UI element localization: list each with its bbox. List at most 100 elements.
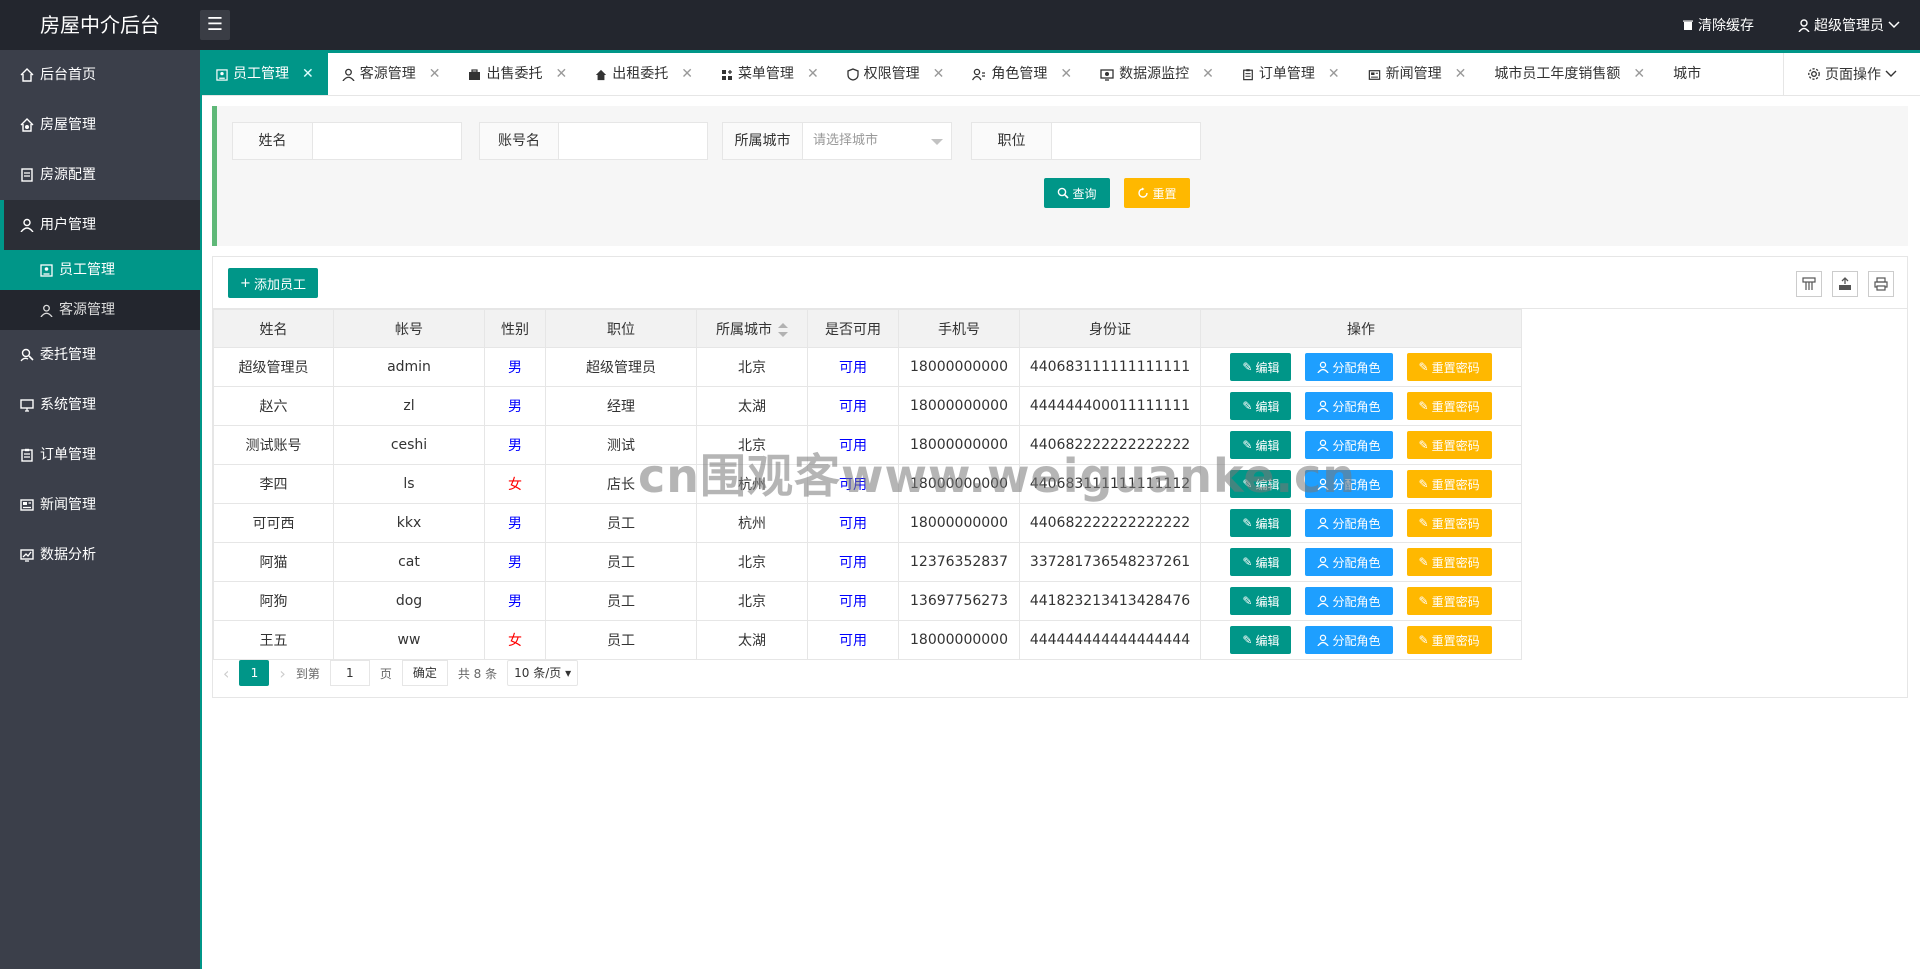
close-icon[interactable]: ✕ <box>1060 53 1072 95</box>
sidebar-item-user[interactable]: 用户管理 <box>0 200 200 250</box>
column-header[interactable]: 姓名 <box>213 309 334 348</box>
clear-cache-button[interactable]: 清除缓存 <box>1682 15 1754 35</box>
close-icon[interactable]: ✕ <box>1202 53 1214 95</box>
page-operations-button[interactable]: 页面操作 <box>1783 53 1920 95</box>
query-button-label: 查询 <box>1072 186 1097 201</box>
operations-cell: ✎ 编辑 分配角色 ✎ 重置密码 <box>1200 620 1522 660</box>
column-header[interactable]: 帐号 <box>333 309 485 348</box>
tab-role[interactable]: 角色管理 ✕ <box>958 53 1086 95</box>
reset-button[interactable]: 重置 <box>1124 178 1190 208</box>
tab-permission[interactable]: 权限管理 ✕ <box>833 53 959 95</box>
query-button[interactable]: 查询 <box>1044 178 1110 208</box>
column-header-sortable[interactable]: 所属城市 <box>696 309 808 348</box>
row-actions: ✎ 编辑 分配角色 ✎ 重置密码 <box>1202 509 1521 537</box>
position-input[interactable] <box>1052 123 1200 159</box>
close-icon[interactable]: ✕ <box>555 53 567 95</box>
edit-button[interactable]: ✎ 编辑 <box>1230 587 1292 615</box>
reset-password-button[interactable]: ✎ 重置密码 <box>1406 431 1492 459</box>
next-page-icon[interactable]: › <box>279 664 285 683</box>
tab-datasource[interactable]: 数据源监控 ✕ <box>1086 53 1228 95</box>
reset-password-button[interactable]: ✎ 重置密码 <box>1406 392 1492 420</box>
column-header[interactable]: 职位 <box>545 309 697 348</box>
page-size-select[interactable]: 10 条/页 ▾ <box>507 660 579 686</box>
column-header[interactable]: 手机号 <box>898 309 1020 348</box>
pencil-icon: ✎ <box>1242 516 1253 530</box>
caret-down-icon <box>931 139 943 145</box>
edit-button[interactable]: ✎ 编辑 <box>1230 509 1292 537</box>
status-cell: 可用 <box>807 581 899 621</box>
assign-role-button[interactable]: 分配角色 <box>1305 626 1393 654</box>
page-jump-input[interactable]: 1 <box>329 660 370 686</box>
name-cell: 阿狗 <box>213 581 334 621</box>
page-confirm-button[interactable]: 确定 <box>401 660 448 686</box>
sidebar-item-entrust[interactable]: 委托管理 <box>0 330 200 380</box>
gender-cell: 女 <box>484 464 546 504</box>
reset-password-button[interactable]: ✎ 重置密码 <box>1406 587 1492 615</box>
sidebar-subitem-customer[interactable]: 客源管理 <box>0 290 200 330</box>
close-icon[interactable]: ✕ <box>1455 53 1467 95</box>
edit-button[interactable]: ✎ 编辑 <box>1230 353 1292 381</box>
assign-role-button[interactable]: 分配角色 <box>1305 392 1393 420</box>
sidebar-item-source-config[interactable]: 房源配置 <box>0 150 200 200</box>
tab-city-sales[interactable]: 城市员工年度销售额 ✕ <box>1480 53 1659 95</box>
tab-sale-entrust[interactable]: 出售委托 ✕ <box>454 53 581 95</box>
sidebar-item-order[interactable]: 订单管理 <box>0 430 200 480</box>
assign-role-button[interactable]: 分配角色 <box>1305 353 1393 381</box>
home-icon <box>20 68 34 82</box>
sidebar-item-house[interactable]: 房屋管理 <box>0 100 200 150</box>
tab-staff[interactable]: 员工管理 ✕ <box>202 53 328 95</box>
edit-button[interactable]: ✎ 编辑 <box>1230 548 1292 576</box>
reset-password-button[interactable]: ✎ 重置密码 <box>1406 626 1492 654</box>
print-button[interactable] <box>1868 271 1894 297</box>
tab-news[interactable]: 新闻管理 ✕ <box>1354 53 1481 95</box>
page-unit-label: 页 <box>379 666 392 681</box>
column-header[interactable]: 是否可用 <box>807 309 899 348</box>
menu-toggle-button[interactable]: ☰ <box>200 10 230 40</box>
add-staff-button[interactable]: + 添加员工 <box>228 268 318 298</box>
monitor-icon <box>20 398 34 412</box>
city-cell: 杭州 <box>696 503 808 543</box>
close-icon[interactable]: ✕ <box>429 53 441 95</box>
sidebar-item-news[interactable]: 新闻管理 <box>0 480 200 530</box>
tab-customer[interactable]: 客源管理 ✕ <box>328 53 455 95</box>
add-staff-label: 添加员工 <box>253 277 306 293</box>
close-icon[interactable]: ✕ <box>1328 53 1340 95</box>
reset-password-button[interactable]: ✎ 重置密码 <box>1406 353 1492 381</box>
reset-password-button[interactable]: ✎ 重置密码 <box>1406 548 1492 576</box>
close-icon[interactable]: ✕ <box>933 53 945 95</box>
assign-role-button[interactable]: 分配角色 <box>1305 587 1393 615</box>
close-icon[interactable]: ✕ <box>1633 53 1645 95</box>
tab-menu[interactable]: 菜单管理 ✕ <box>707 53 833 95</box>
city-select[interactable]: 请选择城市 <box>803 123 951 159</box>
account-input[interactable] <box>559 123 707 159</box>
operations-cell: ✎ 编辑 分配角色 ✎ 重置密码 <box>1200 581 1522 621</box>
sidebar-subitem-staff[interactable]: 员工管理 <box>0 250 200 290</box>
close-icon[interactable]: ✕ <box>302 53 314 95</box>
close-icon[interactable]: ✕ <box>807 53 819 95</box>
column-header[interactable]: 操作 <box>1200 309 1522 348</box>
edit-button[interactable]: ✎ 编辑 <box>1230 626 1292 654</box>
position-cell: 超级管理员 <box>545 347 697 387</box>
reset-password-button[interactable]: ✎ 重置密码 <box>1406 509 1492 537</box>
assign-role-button[interactable]: 分配角色 <box>1305 509 1393 537</box>
name-input[interactable] <box>313 123 461 159</box>
export-button[interactable] <box>1832 271 1858 297</box>
current-page[interactable]: 1 <box>239 660 270 686</box>
sidebar-item-system[interactable]: 系统管理 <box>0 380 200 430</box>
tab-city[interactable]: 城市 <box>1659 53 1715 95</box>
sidebar-item-home[interactable]: 后台首页 <box>0 50 200 100</box>
column-header[interactable]: 性别 <box>484 309 546 348</box>
edit-button[interactable]: ✎ 编辑 <box>1230 392 1292 420</box>
columns-filter-button[interactable] <box>1796 271 1822 297</box>
tab-rent-entrust[interactable]: 出租委托 ✕ <box>581 53 707 95</box>
column-header[interactable]: 身份证 <box>1019 309 1201 348</box>
reset-password-button[interactable]: ✎ 重置密码 <box>1406 470 1492 498</box>
assign-role-button[interactable]: 分配角色 <box>1305 548 1393 576</box>
tab-order[interactable]: 订单管理 ✕ <box>1228 53 1354 95</box>
sidebar-item-analysis[interactable]: 数据分析 <box>0 530 200 580</box>
prev-page-icon[interactable]: ‹ <box>223 664 229 683</box>
user-menu[interactable]: 超级管理员 <box>1798 15 1900 35</box>
assign-role-label: 分配角色 <box>1332 516 1381 531</box>
close-icon[interactable]: ✕ <box>681 53 693 95</box>
sort-icon[interactable] <box>778 322 788 337</box>
